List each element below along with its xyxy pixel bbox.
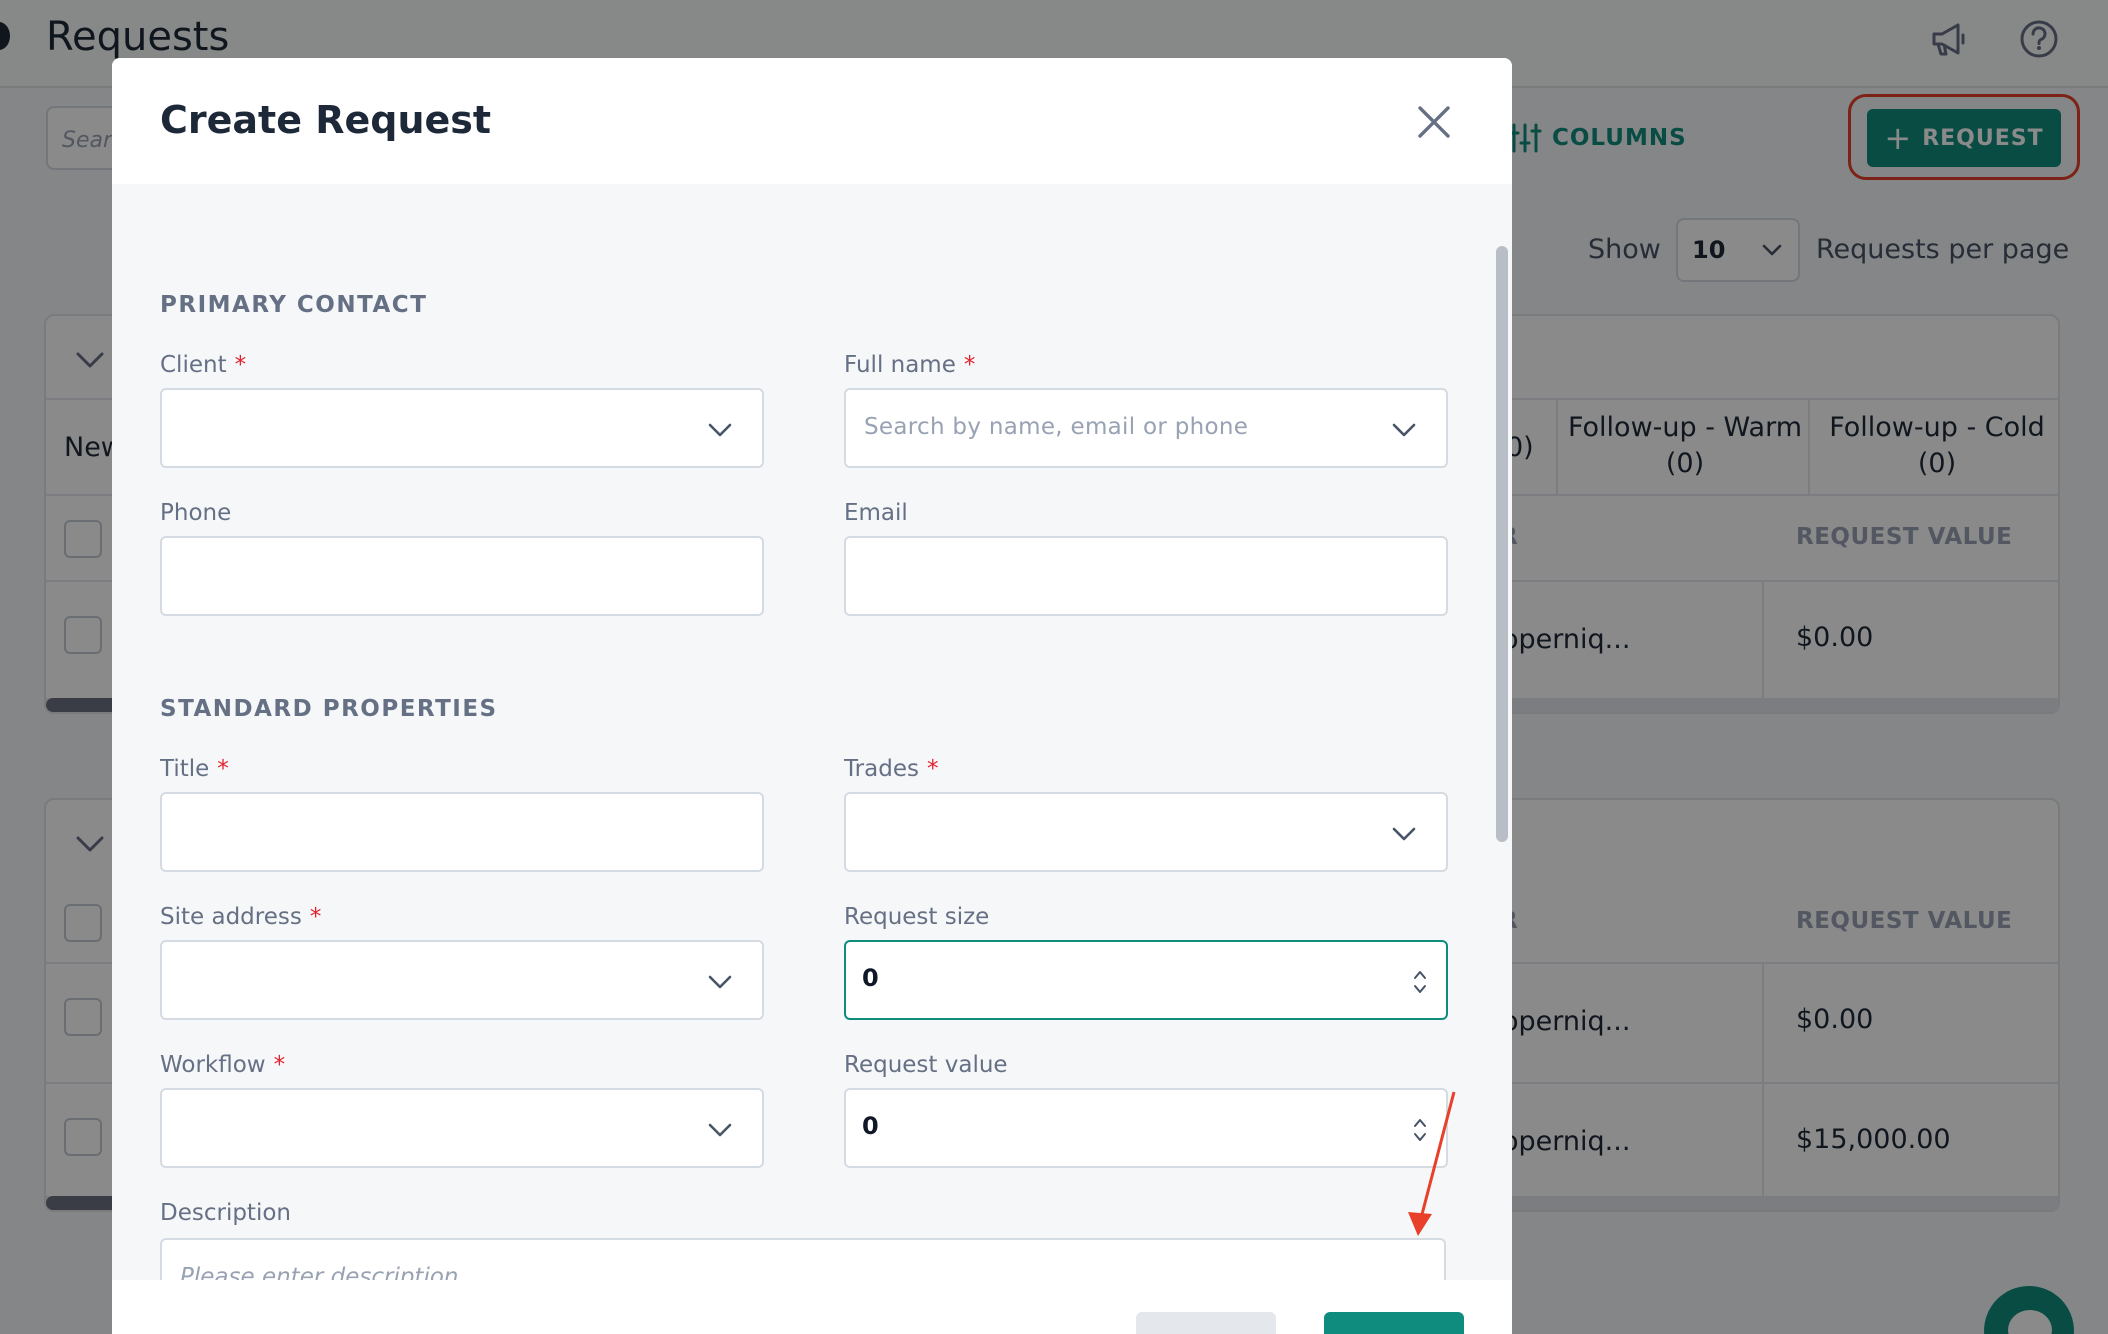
section-title-standard-properties: STANDARD PROPERTIES	[160, 696, 498, 722]
cancel-button[interactable]: CANCEL	[1136, 1312, 1276, 1334]
full-name-select[interactable]: Search by name, email or phone	[844, 388, 1448, 468]
chevron-down-icon	[1392, 423, 1416, 437]
dialog-title: Create Request	[160, 98, 492, 142]
dialog-body: PRIMARY CONTACT Client * Full name * Searc…	[112, 184, 1512, 1280]
title-input[interactable]	[160, 792, 764, 872]
email-input[interactable]	[844, 536, 1448, 616]
description-textarea[interactable]: Please enter description	[160, 1238, 1446, 1280]
trades-label: Trades *	[844, 756, 939, 782]
description-placeholder: Please enter description	[180, 1264, 459, 1280]
client-select[interactable]	[160, 388, 764, 468]
number-spinner-icon[interactable]	[1410, 1114, 1430, 1146]
client-label: Client *	[160, 352, 247, 378]
close-icon[interactable]	[1412, 100, 1456, 144]
site-address-label: Site address *	[160, 904, 322, 930]
title-label: Title *	[160, 756, 229, 782]
full-name-placeholder: Search by name, email or phone	[864, 414, 1249, 440]
trades-select[interactable]	[844, 792, 1448, 872]
create-request-dialog: Create Request PRIMARY CONTACT Client * F…	[112, 58, 1512, 1334]
phone-input[interactable]	[160, 536, 764, 616]
dialog-footer: CANCEL CREATE	[112, 1280, 1512, 1334]
site-address-select[interactable]	[160, 940, 764, 1020]
request-value-value: 0	[862, 1112, 879, 1140]
workflow-select[interactable]	[160, 1088, 764, 1168]
chevron-down-icon	[708, 975, 732, 989]
description-label: Description	[160, 1200, 291, 1226]
request-size-label: Request size	[844, 904, 990, 930]
request-value-label: Request value	[844, 1052, 1008, 1078]
chevron-down-icon	[708, 423, 732, 437]
request-size-input[interactable]: 0	[844, 940, 1448, 1020]
chevron-down-icon	[708, 1123, 732, 1137]
phone-label: Phone	[160, 500, 232, 526]
full-name-label: Full name *	[844, 352, 976, 378]
request-value-input[interactable]: 0	[844, 1088, 1448, 1168]
email-label: Email	[844, 500, 908, 526]
workflow-label: Workflow *	[160, 1052, 286, 1078]
create-button[interactable]: CREATE	[1324, 1312, 1464, 1334]
chevron-down-icon	[1392, 827, 1416, 841]
dialog-header: Create Request	[112, 58, 1512, 184]
dialog-scrollbar[interactable]	[1496, 246, 1508, 842]
section-title-primary-contact: PRIMARY CONTACT	[160, 292, 428, 318]
request-size-value: 0	[862, 964, 879, 992]
number-spinner-icon[interactable]	[1410, 966, 1430, 998]
